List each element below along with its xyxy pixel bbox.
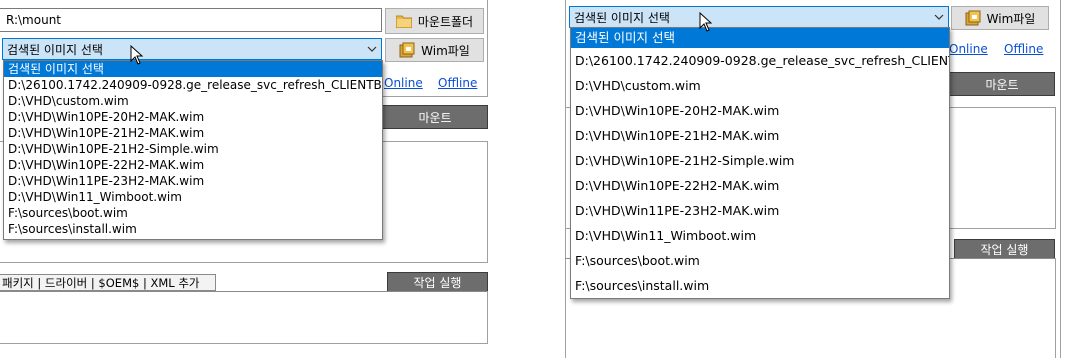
- dropdown-item[interactable]: D:\VHD\Win11_Wimboot.wim: [571, 223, 949, 248]
- run-task-button[interactable]: 작업 실행: [954, 239, 1055, 259]
- dropdown-item[interactable]: D:\VHD\custom.wim: [4, 93, 382, 109]
- left-window: R:\mount 마운트폴더 검색된 이미지 선택 Wim파일 Online O…: [0, 0, 490, 358]
- dropdown-item[interactable]: 검색된 이미지 선택: [571, 28, 949, 48]
- dropdown-item[interactable]: D:\VHD\Win11PE-23H2-MAK.wim: [571, 198, 949, 223]
- task-panel-border: [1055, 258, 1056, 358]
- mount-button[interactable]: 마운트: [949, 72, 1055, 96]
- mount-path-field[interactable]: R:\mount: [0, 8, 382, 32]
- mount-button-label: 마운트: [418, 110, 452, 125]
- online-link[interactable]: Online: [384, 76, 423, 90]
- task-panel-border: [487, 291, 488, 343]
- chevron-down-icon[interactable]: [934, 12, 944, 22]
- dropdown-item[interactable]: D:\VHD\Win10PE-21H2-Simple.wim: [4, 141, 382, 157]
- combo-selected-text: 검색된 이미지 선택: [574, 10, 670, 25]
- image-select-combobox[interactable]: 검색된 이미지 선택: [2, 38, 382, 60]
- offline-link[interactable]: Offline: [1004, 42, 1043, 56]
- wim-file-button[interactable]: Wim파일: [385, 38, 484, 62]
- dropdown-item[interactable]: F:\sources\install.wim: [4, 221, 382, 237]
- mount-button-label: 마운트: [985, 77, 1019, 92]
- dropdown-item[interactable]: D:\VHD\Win10PE-22H2-MAK.wim: [571, 173, 949, 198]
- dropdown-item[interactable]: 검색된 이미지 선택: [4, 61, 382, 77]
- dropdown-item[interactable]: D:\VHD\Win10PE-20H2-MAK.wim: [571, 98, 949, 123]
- wim-file-button[interactable]: Wim파일: [951, 6, 1049, 30]
- wim-file-icon: [399, 42, 415, 58]
- run-task-label: 작업 실행: [413, 275, 462, 290]
- image-select-combobox[interactable]: 검색된 이미지 선택: [569, 6, 949, 28]
- dropdown-item[interactable]: F:\sources\boot.wim: [571, 248, 949, 273]
- mount-button[interactable]: 마운트: [382, 105, 488, 129]
- wim-file-icon: [965, 10, 981, 26]
- image-dropdown-list[interactable]: 검색된 이미지 선택 D:\26100.1742.240909-0928.ge_…: [3, 60, 383, 240]
- chevron-down-icon[interactable]: [367, 44, 377, 54]
- mount-folder-button[interactable]: 마운트폴더: [385, 8, 484, 34]
- wim-file-label: Wim파일: [421, 43, 470, 58]
- window-border: [1060, 0, 1061, 358]
- dropdown-item[interactable]: D:\VHD\Win10PE-21H2-MAK.wim: [571, 123, 949, 148]
- option-tabs[interactable]: 패키지 | 드라이버 | $OEM$ | XML 추가: [0, 274, 216, 291]
- dropdown-item[interactable]: D:\VHD\Win11_Wimboot.wim: [4, 189, 382, 205]
- panel-border: [382, 96, 488, 97]
- wim-file-label: Wim파일: [986, 11, 1036, 26]
- dropdown-item[interactable]: D:\VHD\custom.wim: [571, 73, 949, 98]
- mount-folder-label: 마운트폴더: [417, 14, 474, 29]
- dropdown-item[interactable]: D:\VHD\Win11PE-23H2-MAK.wim: [4, 173, 382, 189]
- task-panel-border: [0, 291, 488, 292]
- online-link[interactable]: Online: [949, 42, 988, 56]
- mouse-cursor-icon: [699, 12, 713, 32]
- run-task-label: 작업 실행: [980, 242, 1029, 257]
- option-tabs-label: 패키지 | 드라이버 | $OEM$ | XML 추가: [2, 275, 200, 290]
- dropdown-item[interactable]: D:\VHD\Win10PE-21H2-Simple.wim: [571, 148, 949, 173]
- task-panel-border: [0, 343, 488, 344]
- dropdown-item[interactable]: D:\26100.1742.240909-0928.ge_release_svc…: [4, 77, 382, 93]
- dropdown-item[interactable]: D:\VHD\Win10PE-20H2-MAK.wim: [4, 109, 382, 125]
- dropdown-item[interactable]: D:\VHD\Win10PE-21H2-MAK.wim: [4, 125, 382, 141]
- dropdown-item[interactable]: D:\26100.1742.240909-0928.ge_release_svc…: [571, 48, 949, 73]
- image-dropdown-list[interactable]: 검색된 이미지 선택 D:\26100.1742.240909-0928.ge_…: [570, 27, 950, 299]
- right-window: 검색된 이미지 선택 Wim파일 Online Offline 마운트 작업 실…: [565, 0, 1066, 358]
- combo-selected-text: 검색된 이미지 선택: [7, 42, 103, 57]
- panel-border: [487, 0, 488, 96]
- folder-icon: [395, 15, 412, 28]
- dropdown-item[interactable]: F:\sources\boot.wim: [4, 205, 382, 221]
- offline-link[interactable]: Offline: [438, 76, 477, 90]
- dropdown-item[interactable]: D:\VHD\Win10PE-22H2-MAK.wim: [4, 157, 382, 173]
- mouse-cursor-icon: [130, 45, 144, 65]
- run-task-button[interactable]: 작업 실행: [387, 272, 488, 292]
- dropdown-item[interactable]: F:\sources\install.wim: [571, 273, 949, 298]
